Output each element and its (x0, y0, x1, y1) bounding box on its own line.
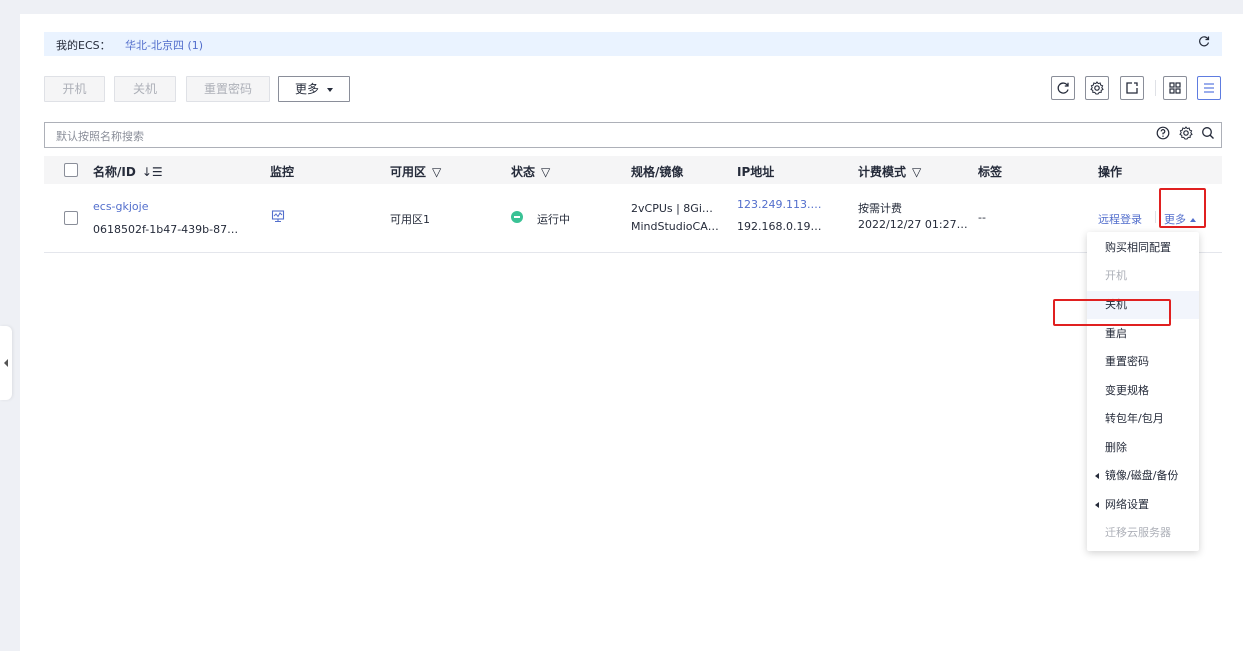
monitor-icon[interactable] (271, 209, 285, 226)
sort-icon[interactable]: ↓☰ (142, 165, 163, 179)
status-value: 运行中 (537, 213, 570, 226)
region-selector[interactable]: 华北-北京四 (1) (125, 37, 203, 53)
col-ip: IP地址 (737, 165, 775, 179)
toolbar-divider (1155, 80, 1156, 96)
menu-item-buy-same[interactable]: 购买相同配置 (1087, 234, 1199, 262)
more-actions-button[interactable]: 更多 (278, 76, 350, 102)
col-billing: 计费模式 ▽ (858, 163, 921, 180)
search-input[interactable]: 默认按照名称搜索 (44, 122, 1222, 148)
region-bar: 我的ECS： 华北-北京四 (1) (44, 32, 1222, 56)
export-icon (1126, 82, 1138, 94)
col-status-label: 状态 (511, 165, 536, 179)
ops-divider (1155, 211, 1156, 223)
search-placeholder: 默认按照名称搜索 (56, 130, 144, 143)
menu-item-to-yearly-monthly[interactable]: 转包年/包月 (1087, 405, 1199, 433)
menu-item-image-disk-backup[interactable]: 镜像/磁盘/备份 (1087, 462, 1199, 490)
search-settings-icon[interactable] (1179, 126, 1193, 144)
menu-item-start: 开机 (1105, 269, 1127, 282)
private-ip-value: 192.168.0.19… (737, 220, 822, 233)
region-label: 我的ECS： (56, 39, 111, 52)
menu-item-migrate: 迁移云服务器 (1105, 526, 1171, 539)
settings-button[interactable] (1085, 76, 1109, 100)
table-row: ecs-gkjoje 0618502f-1b47-439b-87… 可用区1 运… (44, 185, 1222, 253)
start-button[interactable]: 开机 (44, 76, 105, 102)
col-az-label: 可用区 (390, 165, 427, 179)
created-time-value: 2022/12/27 01:27… (858, 218, 968, 231)
highlight-box-more (1159, 188, 1206, 228)
reset-password-button[interactable]: 重置密码 (186, 76, 270, 102)
menu-item-change-spec[interactable]: 变更规格 (1087, 377, 1199, 405)
running-status-icon (511, 211, 523, 223)
public-ip-value[interactable]: 123.249.113.… (737, 198, 821, 211)
az-value: 可用区1 (390, 213, 430, 226)
grid-icon (1169, 82, 1181, 94)
col-spec: 规格/镜像 (631, 165, 684, 179)
menu-item-image-disk-backup-label: 镜像/磁盘/备份 (1105, 469, 1179, 482)
list-icon (1204, 83, 1214, 93)
card-view-button[interactable] (1163, 76, 1187, 100)
sidebar-collapse-handle[interactable] (0, 326, 12, 400)
col-monitor: 监控 (270, 165, 295, 179)
billing-value: 按需计费 (858, 202, 902, 215)
list-view-button[interactable] (1197, 76, 1221, 100)
col-ops: 操作 (1098, 165, 1123, 179)
table-header: 名称/ID ↓☰ 监控 可用区 ▽ 状态 ▽ 规格/镜像 IP地址 计费模式 ▽ 标签 … (44, 156, 1222, 184)
export-button[interactable] (1120, 76, 1144, 100)
col-name[interactable]: 名称/ID ↓☰ (93, 163, 163, 180)
refresh-button[interactable] (1051, 76, 1075, 100)
col-az: 可用区 ▽ (390, 163, 441, 180)
instance-name-link[interactable]: ecs-gkjoje (93, 200, 148, 213)
more-actions-label: 更多 (294, 82, 319, 96)
gear-icon (1090, 81, 1104, 95)
region-refresh-icon[interactable] (1198, 35, 1210, 51)
select-all-checkbox[interactable] (64, 163, 78, 177)
instance-id: 0618502f-1b47-439b-87… (93, 223, 239, 236)
menu-item-network-settings-label: 网络设置 (1105, 498, 1149, 511)
highlight-box-stop (1053, 299, 1171, 326)
content-panel (20, 14, 1243, 651)
image-value: MindStudioCA… (631, 220, 719, 233)
help-icon[interactable] (1156, 126, 1170, 144)
filter-icon[interactable]: ▽ (912, 165, 921, 179)
filter-icon[interactable]: ▽ (541, 165, 550, 179)
col-billing-label: 计费模式 (858, 165, 907, 179)
spec-value: 2vCPUs | 8Gi… (631, 202, 713, 215)
menu-item-network-settings[interactable]: 网络设置 (1087, 491, 1199, 519)
stop-button[interactable]: 关机 (114, 76, 176, 102)
row-checkbox[interactable] (64, 211, 78, 225)
chevron-left-icon (4, 359, 8, 367)
col-status: 状态 ▽ (511, 163, 550, 180)
refresh-icon (1057, 82, 1069, 94)
tags-value: -- (978, 211, 986, 224)
chevron-left-icon (1095, 473, 1099, 479)
caret-down-icon (327, 87, 333, 92)
filter-icon[interactable]: ▽ (432, 165, 441, 179)
menu-item-reset-password[interactable]: 重置密码 (1087, 348, 1199, 376)
chevron-left-icon (1095, 502, 1099, 508)
more-dropdown-menu: 购买相同配置 开机 关机 重启 重置密码 变更规格 转包年/包月 删除 镜像/磁… (1087, 232, 1199, 551)
col-name-label: 名称/ID (93, 165, 136, 179)
col-tags: 标签 (978, 165, 1003, 179)
search-icon[interactable] (1201, 126, 1215, 144)
menu-item-delete[interactable]: 删除 (1087, 434, 1199, 462)
remote-login-link[interactable]: 远程登录 (1098, 211, 1142, 227)
